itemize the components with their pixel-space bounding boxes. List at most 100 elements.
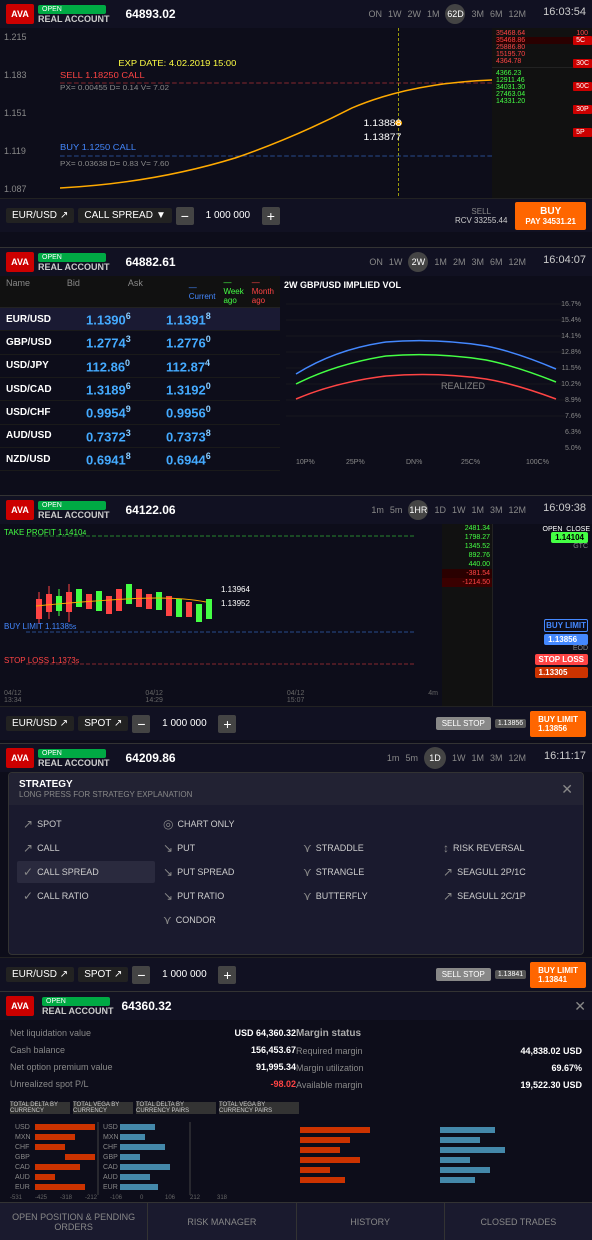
strategy-selector-3[interactable]: SPOT ↗ bbox=[78, 716, 128, 731]
nav-history[interactable]: HISTORY bbox=[297, 1203, 445, 1240]
tc-1d-3[interactable]: 1D bbox=[434, 505, 446, 515]
nav-history-label: HISTORY bbox=[350, 1217, 390, 1227]
tc-1w-1[interactable]: 1W bbox=[388, 9, 402, 19]
tc-1m-2[interactable]: 1M bbox=[434, 257, 447, 267]
call-btn-30p[interactable]: 30P bbox=[573, 105, 592, 114]
tc-3m-1[interactable]: 3M bbox=[471, 9, 484, 19]
call-btn-30c[interactable]: 30C bbox=[573, 59, 592, 68]
buy-limit-btn[interactable]: BUY LIMIT 1.13856 bbox=[530, 711, 586, 737]
ask-eurusd: 1.13918 bbox=[166, 311, 246, 327]
tc-1hr-3[interactable]: 1HR bbox=[408, 500, 428, 520]
tc-12m-1[interactable]: 12M bbox=[508, 9, 526, 19]
tc-2m-2[interactable]: 2M bbox=[453, 257, 466, 267]
strategy-selector-1[interactable]: CALL SPREAD ▼ bbox=[78, 208, 171, 223]
pair-selector-1[interactable]: EUR/USD ↗ bbox=[6, 208, 74, 223]
strategy-selector-4[interactable]: SPOT ↗ bbox=[78, 967, 128, 982]
tc-3m-4[interactable]: 3M bbox=[490, 753, 503, 763]
tc-2w-2[interactable]: 2W bbox=[408, 252, 428, 272]
svg-text:MXN: MXN bbox=[15, 1134, 31, 1141]
tc-1hr-4[interactable]: 1D bbox=[424, 747, 446, 769]
strategy-seagull-2p1c[interactable]: ↗ SEAGULL 2P/1C bbox=[437, 861, 575, 883]
svg-text:318: 318 bbox=[217, 1195, 228, 1201]
qty-control-3: − 1 000 000 + bbox=[132, 715, 236, 733]
call-btn-5c[interactable]: 5C bbox=[573, 36, 592, 45]
qty-plus-1[interactable]: + bbox=[262, 207, 280, 225]
strategy-call-ratio[interactable]: ✓ CALL RATIO bbox=[17, 885, 155, 907]
strategy-call[interactable]: ↗ CALL bbox=[17, 837, 155, 859]
market-row-nzdusd[interactable]: NZD/USD 0.69418 0.69446 bbox=[0, 448, 280, 471]
svg-text:USD: USD bbox=[103, 1124, 118, 1131]
pair-selector-3[interactable]: EUR/USD ↗ bbox=[6, 716, 74, 731]
date-labels: 04/1213:34 04/1214:29 04/1215:07 4m bbox=[0, 690, 442, 704]
tc-3m-2[interactable]: 3M bbox=[471, 257, 484, 267]
strategy-put[interactable]: ↘ PUT bbox=[157, 837, 295, 859]
market-row-gbpusd[interactable]: GBP/USD 1.27743 1.27760 bbox=[0, 331, 280, 354]
strategy-chart-only[interactable]: ◎ CHART ONLY bbox=[157, 813, 295, 835]
tc-5m-4[interactable]: 5m bbox=[405, 753, 418, 763]
sell-stop-btn[interactable]: SELL STOP bbox=[436, 717, 491, 730]
tc-on-2[interactable]: ON bbox=[369, 257, 383, 267]
qty-minus-3[interactable]: − bbox=[132, 715, 150, 733]
tc-1m2-3[interactable]: 1M bbox=[471, 505, 484, 515]
tc-1m-1[interactable]: 1M bbox=[427, 9, 440, 19]
qty-minus-1[interactable]: − bbox=[176, 207, 194, 225]
strategy-straddle[interactable]: ⋎ STRADDLE bbox=[297, 837, 435, 859]
call-btn-50c[interactable]: 50C bbox=[573, 82, 592, 91]
tc-1m-4[interactable]: 1m bbox=[387, 753, 400, 763]
market-row-usdjpy[interactable]: USD/JPY 112.860 112.874 bbox=[0, 355, 280, 378]
tc-62d-1[interactable]: 62D bbox=[445, 4, 465, 24]
strategy-put-spread[interactable]: ↘ PUT SPREAD bbox=[157, 861, 295, 883]
market-row-usdcad[interactable]: USD/CAD 1.31896 1.31920 bbox=[0, 378, 280, 401]
price-4: 1.13841 bbox=[498, 971, 523, 978]
panel5-close-btn[interactable]: ✕ bbox=[574, 998, 586, 1015]
tc-1w-4[interactable]: 1W bbox=[452, 753, 466, 763]
sell-stop-btn-4[interactable]: SELL STOP bbox=[436, 968, 491, 981]
tc-1w-3[interactable]: 1W bbox=[452, 505, 466, 515]
pair-selector-4[interactable]: EUR/USD ↗ bbox=[6, 967, 74, 982]
tc-on-1[interactable]: ON bbox=[368, 9, 382, 19]
strategy-spot[interactable]: ↗ SPOT bbox=[17, 813, 155, 835]
call-btn-5p[interactable]: 5P bbox=[573, 128, 592, 137]
tc-6m-2[interactable]: 6M bbox=[490, 257, 503, 267]
tc-12m-2[interactable]: 12M bbox=[508, 257, 526, 267]
strategy-risk-reversal[interactable]: ↕ RISK REVERSAL bbox=[437, 837, 575, 859]
margin-util-row: Margin utilization 69.67% bbox=[296, 1061, 582, 1075]
strategy-strangle[interactable]: ⋎ STRANGLE bbox=[297, 861, 435, 883]
call-spread-label: CALL SPREAD bbox=[37, 867, 99, 877]
candle-chart-container: TAKE PROFIT 1.14104 BUY LIMIT 1.11385s S… bbox=[0, 524, 442, 706]
strategy-condor[interactable]: ⋎ CONDOR bbox=[157, 909, 295, 931]
nav-risk-manager[interactable]: RISK MANAGER bbox=[148, 1203, 296, 1240]
qty-minus-4[interactable]: − bbox=[132, 966, 150, 984]
tc-1m2-4[interactable]: 1M bbox=[471, 753, 484, 763]
qty-plus-3[interactable]: + bbox=[218, 715, 236, 733]
nav-open-positions[interactable]: OPEN POSITION & PENDING ORDERS bbox=[0, 1203, 148, 1240]
buy-button-1[interactable]: BUY PAY 34531.21 bbox=[515, 202, 586, 230]
tc-2w-1[interactable]: 2W bbox=[407, 9, 421, 19]
tc-6m-1[interactable]: 6M bbox=[490, 9, 503, 19]
nav-closed-trades[interactable]: CLOSED TRADES bbox=[445, 1203, 592, 1240]
strategy-butterfly[interactable]: ⋎ BUTTERFLY bbox=[297, 885, 435, 907]
tc-1m-3[interactable]: 1m bbox=[371, 505, 384, 515]
qty-plus-4[interactable]: + bbox=[218, 966, 236, 984]
strategy-seagull-2c1p[interactable]: ↗ SEAGULL 2C/1P bbox=[437, 885, 575, 907]
market-row-usdchf[interactable]: USD/CHF 0.99549 0.99560 bbox=[0, 401, 280, 424]
svg-text:REALIZED: REALIZED bbox=[441, 381, 486, 391]
market-row-eurusd[interactable]: EUR/USD 1.13906 1.13918 bbox=[0, 308, 280, 331]
panel3-header: AVA OPEN REAL ACCOUNT 64122.06 1m 5m 1HR… bbox=[0, 496, 592, 524]
tc-3m-3[interactable]: 3M bbox=[490, 505, 503, 515]
tc-1w-2[interactable]: 1W bbox=[389, 257, 403, 267]
tc-12m-3[interactable]: 12M bbox=[508, 505, 526, 515]
modal-close-btn[interactable]: ✕ bbox=[561, 781, 573, 798]
strategy-put-ratio[interactable]: ↘ PUT RATIO bbox=[157, 885, 295, 907]
tc-12m-4[interactable]: 12M bbox=[508, 753, 526, 763]
charts-section: TOTAL DELTA BY CURRENCY TOTAL VEGA BY CU… bbox=[0, 1098, 592, 1209]
buy-limit-btn-4[interactable]: BUY LIMIT 1.13841 bbox=[530, 962, 586, 988]
market-row-audusd[interactable]: AUD/USD 0.73723 0.73738 bbox=[0, 425, 280, 448]
qty-value-1: 1 000 000 bbox=[198, 210, 258, 221]
account-label-3: REAL ACCOUNT bbox=[38, 510, 110, 520]
tc-5m-3[interactable]: 5m bbox=[390, 505, 403, 515]
strategy-call-spread[interactable]: ✓ CALL SPREAD bbox=[17, 861, 155, 883]
account-value-3: 64122.06 bbox=[126, 503, 176, 517]
spot-icon: ↗ bbox=[23, 817, 33, 831]
sl-price: 1.13305 bbox=[535, 667, 589, 678]
